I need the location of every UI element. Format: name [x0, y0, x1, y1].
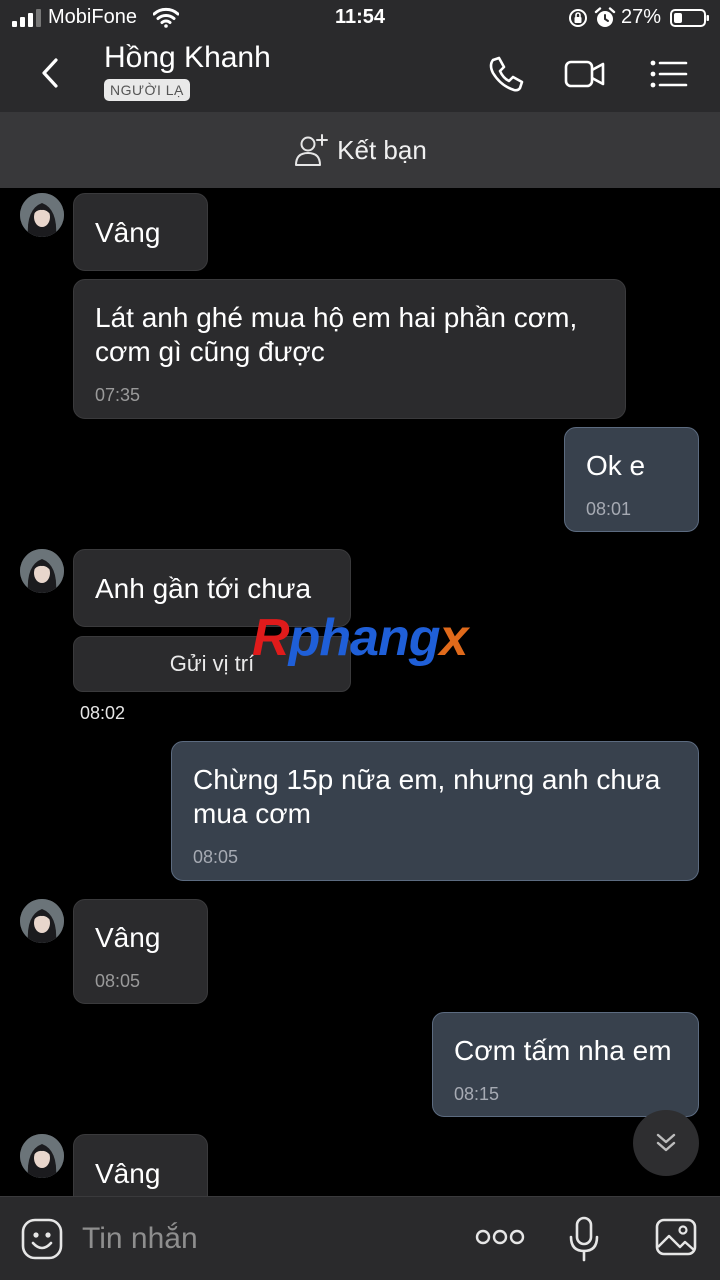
stranger-badge: NGƯỜI LẠ — [104, 79, 190, 101]
rotation-lock-icon — [569, 9, 587, 27]
message-text: Vâng — [95, 217, 161, 248]
message-text: Vâng — [95, 922, 161, 953]
message-input-bar — [0, 1196, 720, 1280]
emoji-icon[interactable] — [20, 1217, 64, 1261]
watermark-part: x — [439, 609, 469, 667]
message-bubble-outgoing[interactable]: Ok e 08:01 — [564, 427, 699, 532]
contact-name[interactable]: Hồng Khanh — [104, 41, 271, 75]
message-bubble-incoming[interactable]: Lát anh ghé mua hộ em hai phần cơm, cơm … — [73, 279, 626, 419]
contact-avatar[interactable] — [20, 193, 64, 237]
microphone-icon[interactable] — [566, 1215, 602, 1263]
message-bubble-outgoing[interactable]: Cơm tấm nha em 08:15 — [432, 1012, 699, 1117]
video-camera-icon[interactable] — [562, 52, 606, 96]
contact-avatar[interactable] — [20, 1134, 64, 1178]
list-menu-icon[interactable] — [646, 52, 690, 96]
message-text: Ok e — [586, 450, 646, 481]
chevron-left-icon[interactable] — [28, 50, 74, 96]
avatar-image — [20, 899, 64, 943]
avatar-image — [20, 193, 64, 237]
scroll-to-bottom-button[interactable] — [633, 1110, 699, 1176]
battery-icon — [670, 9, 709, 27]
message-time: 08:15 — [454, 1084, 500, 1104]
message-text: Lát anh ghé mua hộ em hai phần cơm, cơm … — [95, 302, 578, 367]
watermark-part: R — [252, 609, 290, 667]
alarm-icon — [594, 7, 616, 27]
add-friend-label: Kết bạn — [337, 134, 427, 165]
message-text: Cơm tấm nha em — [454, 1035, 672, 1066]
message-input[interactable] — [82, 1217, 442, 1261]
message-time: 07:35 — [95, 385, 141, 405]
message-time: 08:05 — [193, 847, 239, 867]
avatar-image — [20, 549, 64, 593]
message-bubble-incoming[interactable]: Vâng 08:05 — [73, 899, 208, 1004]
contact-avatar[interactable] — [20, 549, 64, 593]
image-icon[interactable] — [654, 1215, 698, 1259]
add-user-icon — [295, 134, 329, 166]
message-bubble-outgoing[interactable]: Chừng 15p nữa em, nhưng anh chưa mua cơm… — [171, 741, 699, 881]
message-time: 08:01 — [586, 499, 632, 519]
contact-avatar[interactable] — [20, 899, 64, 943]
watermark-part: phang — [288, 609, 441, 667]
more-dots-icon[interactable] — [474, 1223, 526, 1251]
message-text: Chừng 15p nữa em, nhưng anh chưa mua cơm — [193, 764, 661, 829]
message-text: Vâng — [95, 1158, 161, 1189]
avatar-image — [20, 1134, 64, 1178]
message-time: 08:02 — [80, 703, 126, 723]
watermark-logo: Rphangx — [252, 608, 469, 668]
double-chevron-down-icon — [656, 1133, 676, 1152]
message-time: 08:05 — [95, 971, 141, 991]
message-text: Anh gần tới chưa — [95, 573, 312, 604]
message-bubble-incoming[interactable]: Vâng — [73, 193, 208, 271]
battery-percent: 27% — [621, 6, 662, 28]
phone-icon[interactable] — [484, 52, 528, 96]
status-bar: MobiFone 11:54 27% — [0, 0, 720, 36]
add-friend-button[interactable]: Kết bạn — [0, 112, 720, 188]
chat-header: Hồng Khanh NGƯỜI LẠ — [0, 36, 720, 112]
